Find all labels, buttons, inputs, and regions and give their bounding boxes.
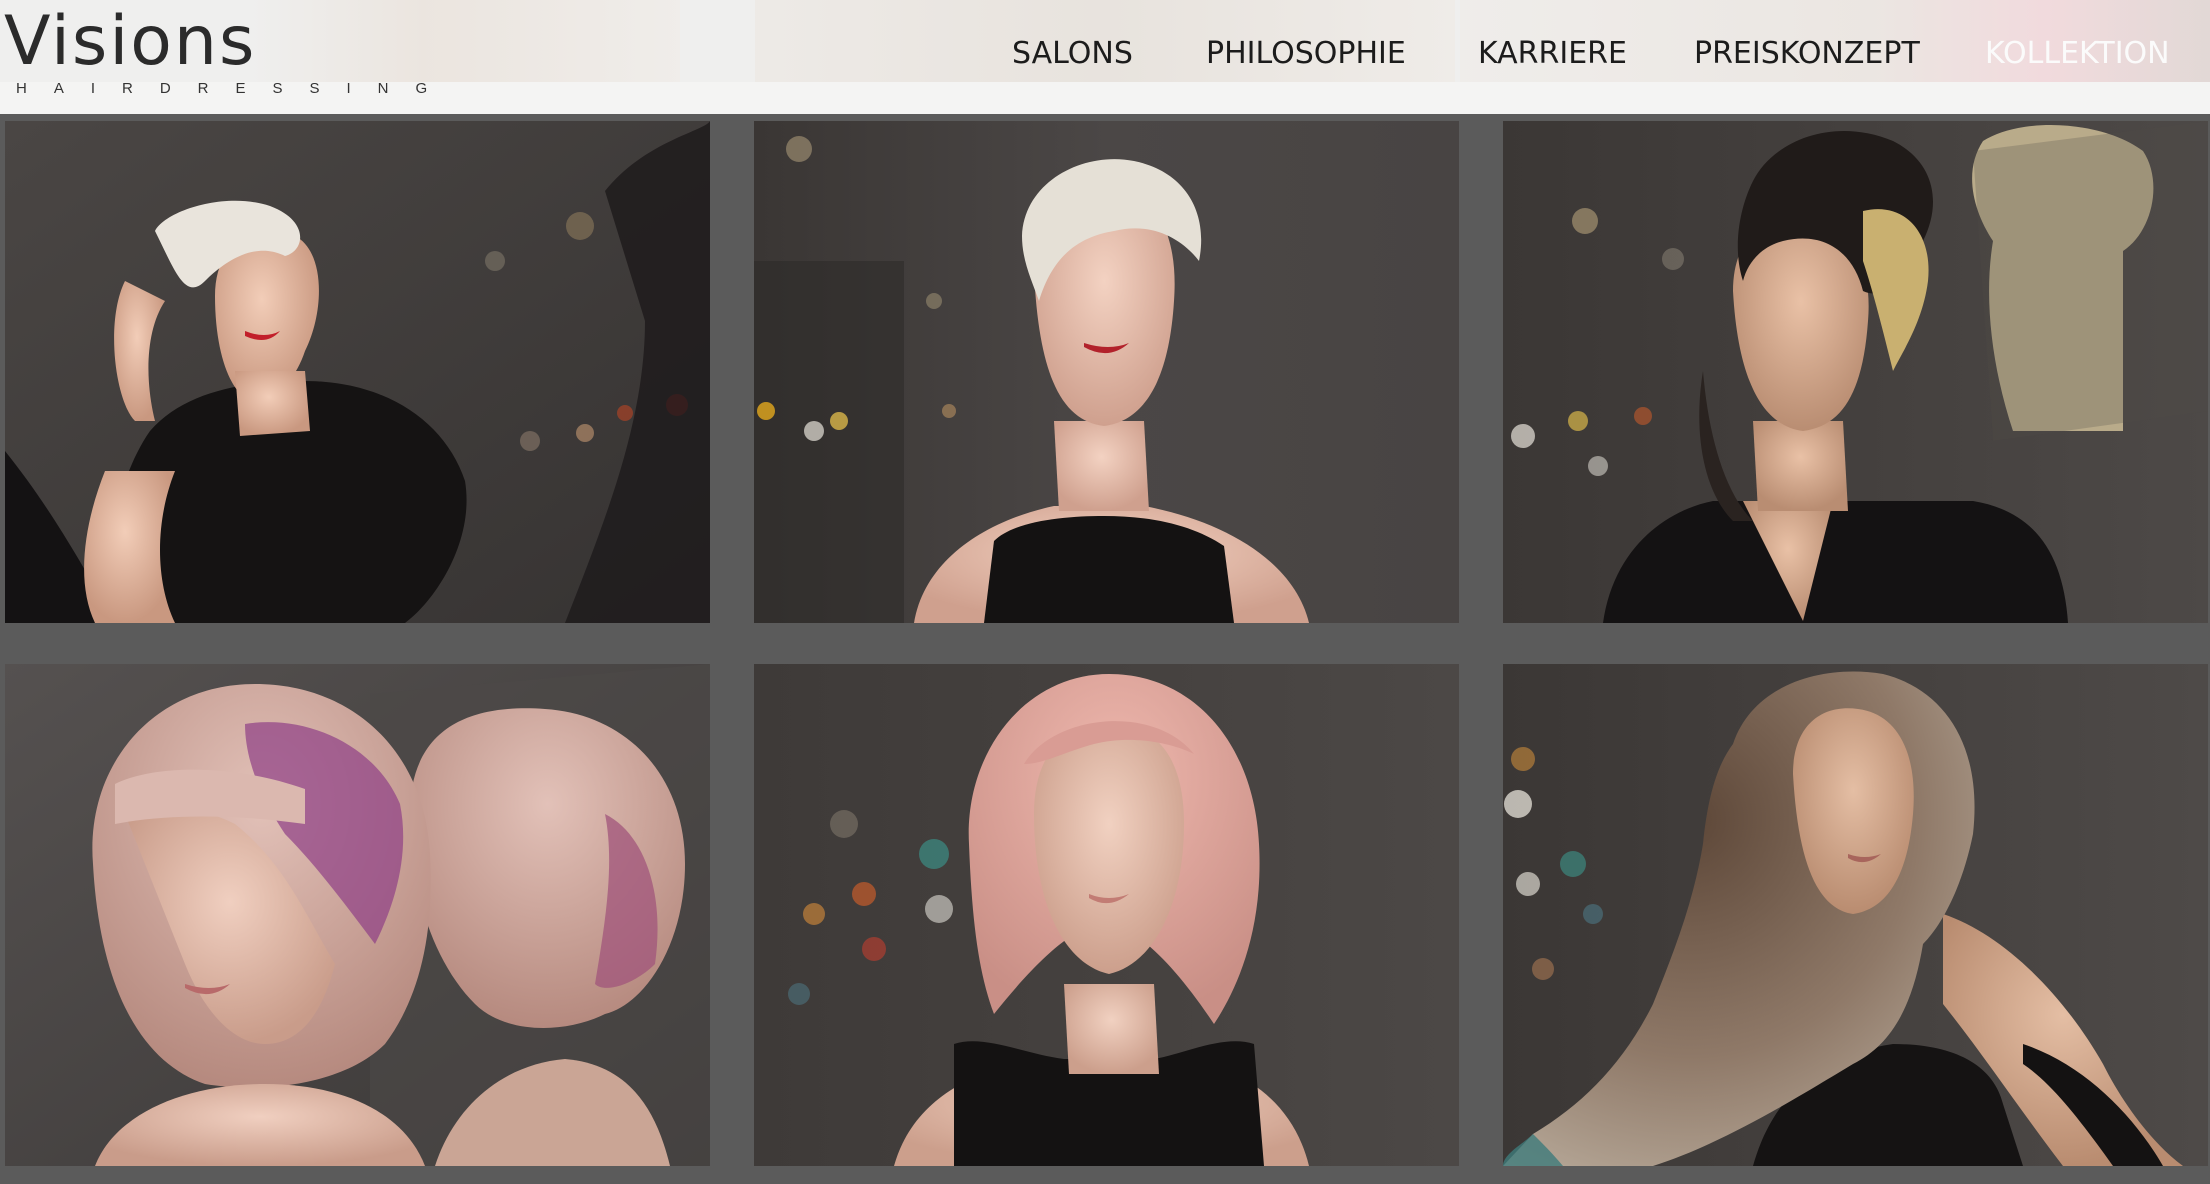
portrait-platinum-pixie-front xyxy=(754,121,1459,623)
nav-kollektion[interactable]: KOLLEKTION xyxy=(1985,36,2170,71)
collection-photo-4[interactable] xyxy=(5,664,710,1166)
collection-photo-1[interactable] xyxy=(5,121,710,623)
nav-philosophie[interactable]: PHILOSOPHIE xyxy=(1206,36,1406,71)
nav-salons[interactable]: SALONS xyxy=(1012,36,1133,71)
site-header: Visions HAIRDRESSING SALONS PHILOSOPHIE … xyxy=(0,0,2210,114)
portrait-pink-purple-bob xyxy=(5,664,710,1166)
collection-photo-6[interactable] xyxy=(1503,664,2208,1166)
portrait-ombre-curls xyxy=(1503,664,2208,1166)
collection-photo-5[interactable] xyxy=(754,664,1459,1166)
portrait-platinum-pixie xyxy=(5,121,710,623)
logo-tagline: HAIRDRESSING xyxy=(16,80,455,97)
main-navigation: SALONS PHILOSOPHIE KARRIERE PREISKONZEPT… xyxy=(0,36,2210,76)
portrait-dark-undercut xyxy=(1503,121,2208,623)
collection-photo-3[interactable] xyxy=(1503,121,2208,623)
nav-karriere[interactable]: KARRIERE xyxy=(1478,36,1627,71)
collection-photo-2[interactable] xyxy=(754,121,1459,623)
nav-preiskonzept[interactable]: PREISKONZEPT xyxy=(1694,36,1920,71)
portrait-pink-lob xyxy=(754,664,1459,1166)
